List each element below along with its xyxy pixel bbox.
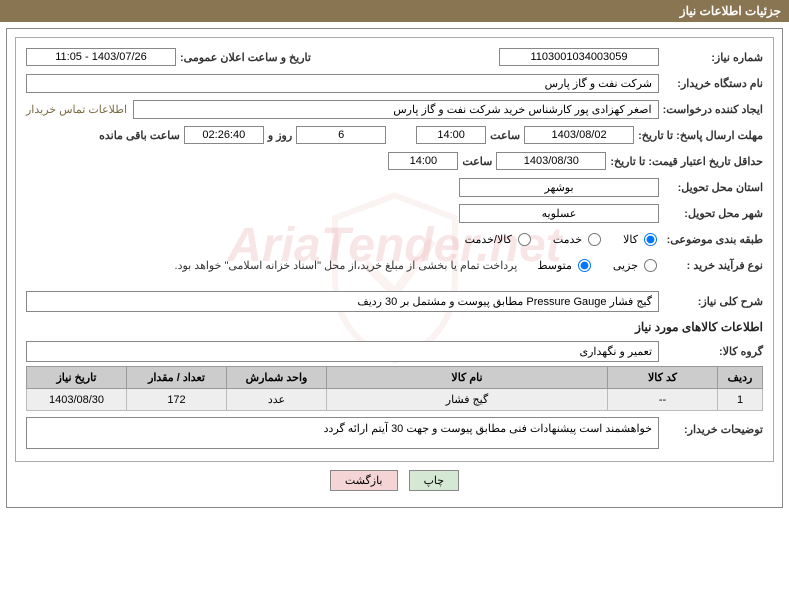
- cell-row: 1: [718, 389, 763, 411]
- th-date: تاریخ نیاز: [27, 367, 127, 389]
- need-no-value: 1103001034003059: [499, 48, 659, 66]
- deadline-date: 1403/08/02: [524, 126, 634, 144]
- cell-unit: عدد: [227, 389, 327, 411]
- radio-minor-label: جزیی: [613, 259, 638, 272]
- details-panel: AriaTender.net شماره نیاز: 1103001034003…: [15, 37, 774, 462]
- radio-medium[interactable]: [578, 259, 591, 272]
- outer-frame: AriaTender.net شماره نیاز: 1103001034003…: [6, 28, 783, 508]
- desc-value: گیج فشار Pressure Gauge مطابق پیوست و مش…: [26, 291, 659, 312]
- back-button[interactable]: بازگشت: [330, 470, 398, 491]
- th-row: ردیف: [718, 367, 763, 389]
- deadline-label: مهلت ارسال پاسخ: تا تاریخ:: [638, 129, 763, 142]
- days-remain: 6: [296, 126, 386, 144]
- buyer-org-value: شرکت نفت و گاز پارس: [26, 74, 659, 93]
- table-row: 1 -- گیج فشار عدد 172 1403/08/30: [27, 389, 763, 411]
- page-title: جزئیات اطلاعات نیاز: [680, 4, 781, 18]
- cell-qty: 172: [127, 389, 227, 411]
- th-qty: تعداد / مقدار: [127, 367, 227, 389]
- th-name: نام کالا: [327, 367, 608, 389]
- buyer-org-label: نام دستگاه خریدار:: [663, 77, 763, 90]
- need-no-label: شماره نیاز:: [663, 51, 763, 64]
- button-row: چاپ بازگشت: [15, 470, 774, 491]
- table-header-row: ردیف کد کالا نام کالا واحد شمارش تعداد /…: [27, 367, 763, 389]
- group-label: گروه کالا:: [663, 345, 763, 358]
- requester-value: اصغر کهزادی پور کارشناس خرید شرکت نفت و …: [133, 100, 659, 119]
- radio-service[interactable]: [588, 233, 601, 246]
- group-value: تعمیر و نگهداری: [26, 341, 659, 362]
- contact-link[interactable]: اطلاعات تماس خریدار: [26, 103, 127, 116]
- radio-service-label: خدمت: [553, 233, 582, 246]
- radio-medium-label: متوسط: [537, 259, 572, 272]
- buyer-note-label: توضیحات خریدار:: [663, 417, 763, 436]
- cell-code: --: [608, 389, 718, 411]
- radio-minor[interactable]: [644, 259, 657, 272]
- items-table: ردیف کد کالا نام کالا واحد شمارش تعداد /…: [26, 366, 763, 411]
- announce-value: 1403/07/26 - 11:05: [26, 48, 176, 66]
- validity-date: 1403/08/30: [496, 152, 606, 170]
- province-value: بوشهر: [459, 178, 659, 197]
- province-label: استان محل تحویل:: [663, 181, 763, 194]
- buyer-note-value: خواهشمند است پیشنهادات فنی مطابق پیوست و…: [26, 417, 659, 449]
- city-value: عسلویه: [459, 204, 659, 223]
- cell-date: 1403/08/30: [27, 389, 127, 411]
- remain-label: ساعت باقی مانده: [99, 129, 180, 142]
- time-label-2: ساعت: [462, 155, 492, 168]
- requester-label: ایجاد کننده درخواست:: [663, 103, 763, 116]
- page-header: جزئیات اطلاعات نیاز: [0, 0, 789, 22]
- time-label-1: ساعت: [490, 129, 520, 142]
- th-unit: واحد شمارش: [227, 367, 327, 389]
- deadline-time: 14:00: [416, 126, 486, 144]
- radio-goods-label: کالا: [623, 233, 638, 246]
- validity-label: حداقل تاریخ اعتبار قیمت: تا تاریخ:: [610, 155, 763, 168]
- cell-name: گیج فشار: [327, 389, 608, 411]
- radio-both[interactable]: [518, 233, 531, 246]
- process-note: پرداخت تمام یا بخشی از مبلغ خرید،از محل …: [175, 259, 518, 272]
- announce-label: تاریخ و ساعت اعلان عمومی:: [180, 51, 311, 64]
- desc-label: شرح کلی نیاز:: [663, 295, 763, 308]
- category-radio-group: کالا خدمت کالا/خدمت: [465, 233, 659, 246]
- city-label: شهر محل تحویل:: [663, 207, 763, 220]
- items-section-title: اطلاعات کالاهای مورد نیاز: [26, 320, 763, 334]
- print-button[interactable]: چاپ: [409, 470, 460, 491]
- days-label: روز و: [268, 129, 292, 142]
- process-label: نوع فرآیند خرید :: [663, 259, 763, 272]
- countdown: 02:26:40: [184, 126, 264, 144]
- validity-time: 14:00: [388, 152, 458, 170]
- category-label: طبقه بندی موضوعی:: [663, 233, 763, 246]
- radio-both-label: کالا/خدمت: [465, 233, 512, 246]
- radio-goods[interactable]: [644, 233, 657, 246]
- th-code: کد کالا: [608, 367, 718, 389]
- process-radio-group: جزیی متوسط: [537, 259, 659, 272]
